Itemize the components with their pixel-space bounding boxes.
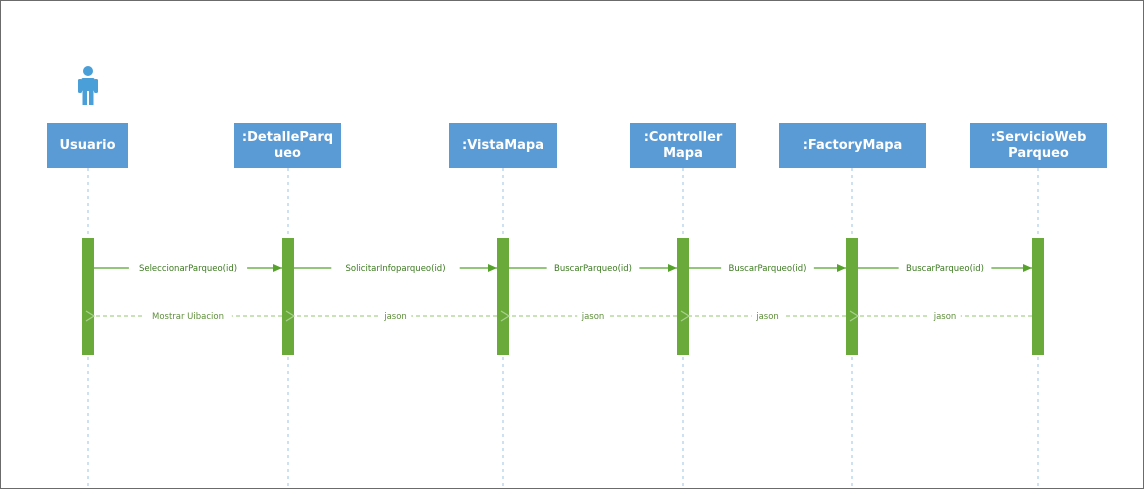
call-label-5: BuscarParqueo(id) — [906, 264, 984, 274]
return-label-1: Mostrar Uibacion — [152, 312, 224, 322]
participant-label-line: Usuario — [59, 137, 116, 153]
return-label-2: jason — [383, 312, 407, 322]
participant-label-line: :VistaMapa — [462, 137, 544, 153]
sequence-diagram: SeleccionarParqueo(id) SolicitarInfoparqu… — [78, 66, 1044, 488]
diagram-frame: SeleccionarParqueo(id) SolicitarInfoparqu… — [0, 0, 1144, 489]
call-label-2: SolicitarInfoparqueo(id) — [345, 264, 445, 274]
participant-label-line: :FactoryMapa — [802, 137, 903, 153]
participant-2: :DetalleParq ueo — [234, 123, 341, 168]
participant-label-line: ueo — [273, 145, 301, 161]
activation-bars — [82, 238, 1044, 355]
activation-bar-6 — [1032, 238, 1044, 355]
call-label-4: BuscarParqueo(id) — [729, 264, 807, 274]
participant-label-line: :Controller — [643, 129, 723, 145]
call-label-3: BuscarParqueo(id) — [554, 264, 632, 274]
activation-bar-4 — [677, 238, 689, 355]
participant-label-line: Mapa — [663, 145, 703, 161]
messages: SeleccionarParqueo(id) SolicitarInfoparqu… — [94, 262, 1032, 322]
return-label-5: jason — [933, 312, 957, 322]
activation-bar-1 — [82, 238, 94, 355]
participant-5: :FactoryMapa — [779, 123, 926, 168]
participant-6: :ServicioWeb Parqueo — [970, 123, 1107, 168]
return-label-3: jason — [581, 312, 605, 322]
participant-3: :VistaMapa — [449, 123, 557, 168]
person-icon — [78, 66, 98, 105]
activation-bar-3 — [497, 238, 509, 355]
participant-4: :Controller Mapa — [630, 123, 736, 168]
return-label-4: jason — [755, 312, 779, 322]
participant-label-line: :DetalleParq — [241, 129, 334, 145]
activation-bar-2 — [282, 238, 294, 355]
call-label-1: SeleccionarParqueo(id) — [139, 264, 237, 274]
lifelines — [87, 168, 1039, 488]
participant-label-line: Parqueo — [1008, 145, 1069, 161]
participant-label-line: :ServicioWeb — [990, 129, 1087, 145]
activation-bar-5 — [846, 238, 858, 355]
participant-1: Usuario — [47, 123, 128, 168]
